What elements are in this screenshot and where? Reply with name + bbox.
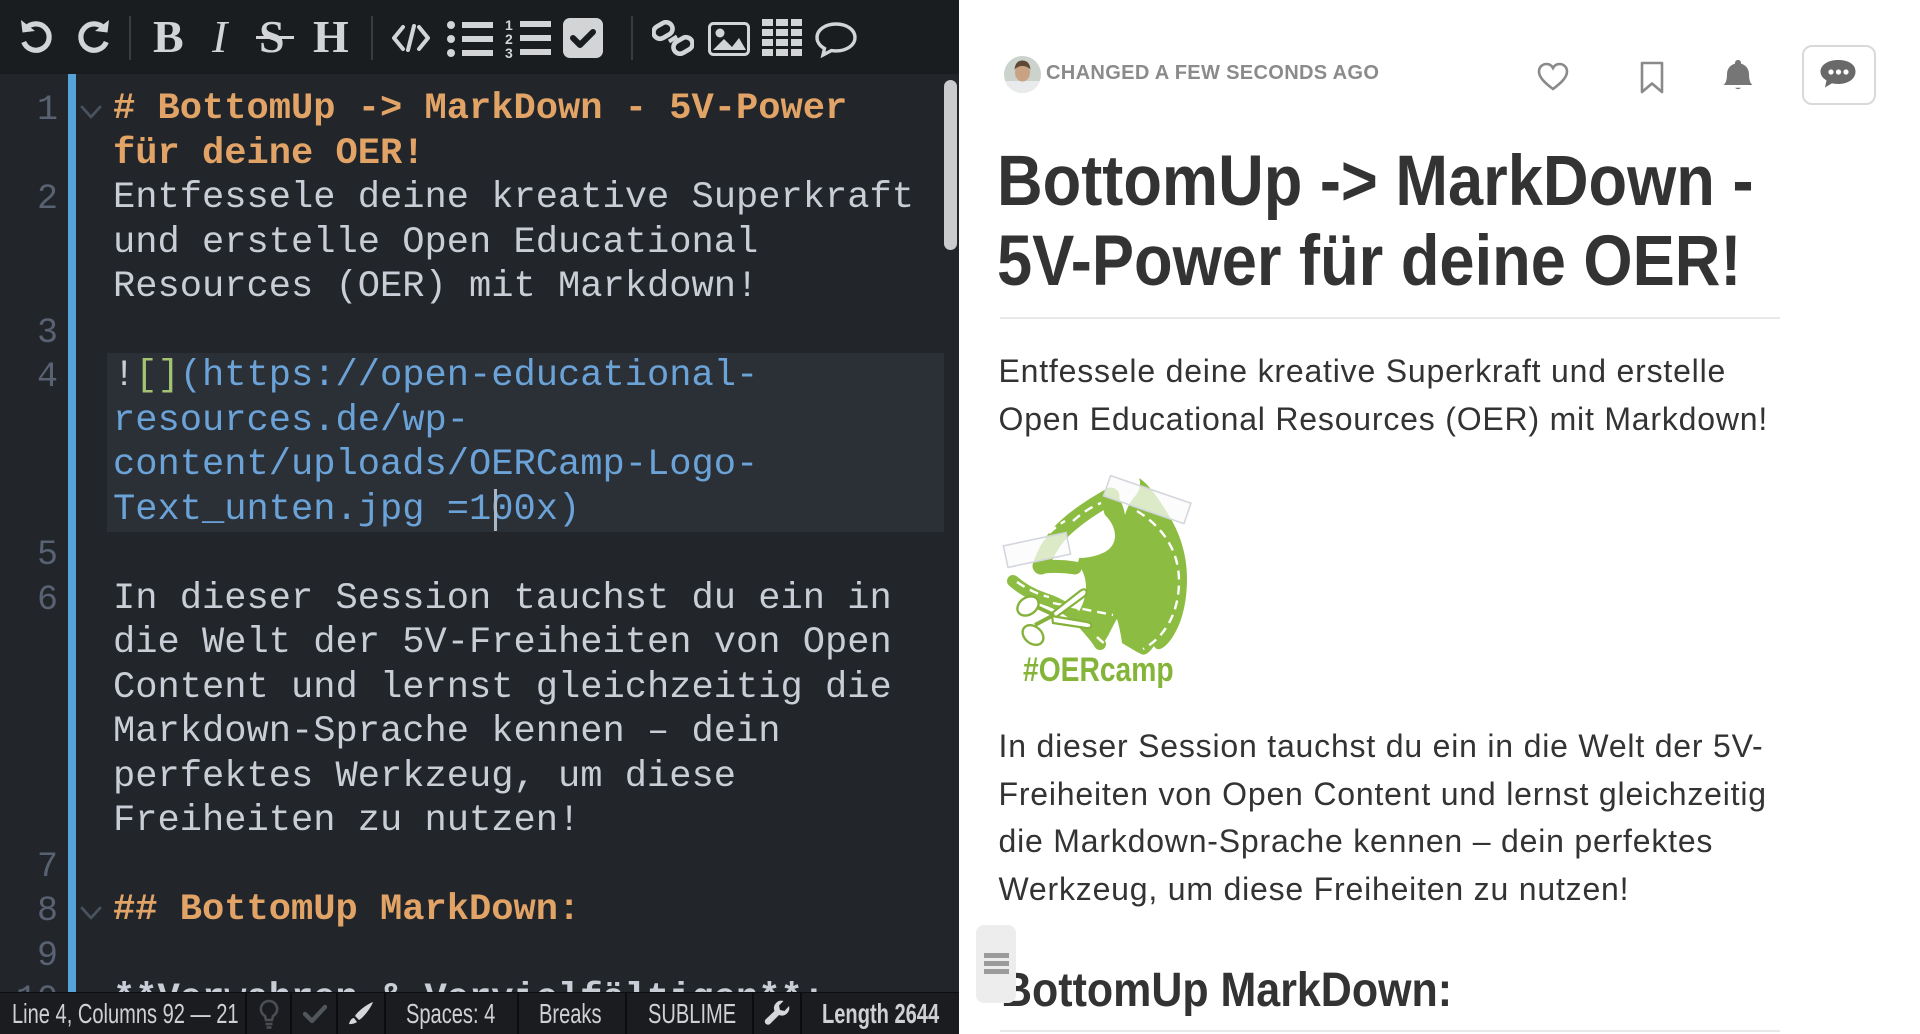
svg-text:3: 3 bbox=[505, 45, 513, 59]
